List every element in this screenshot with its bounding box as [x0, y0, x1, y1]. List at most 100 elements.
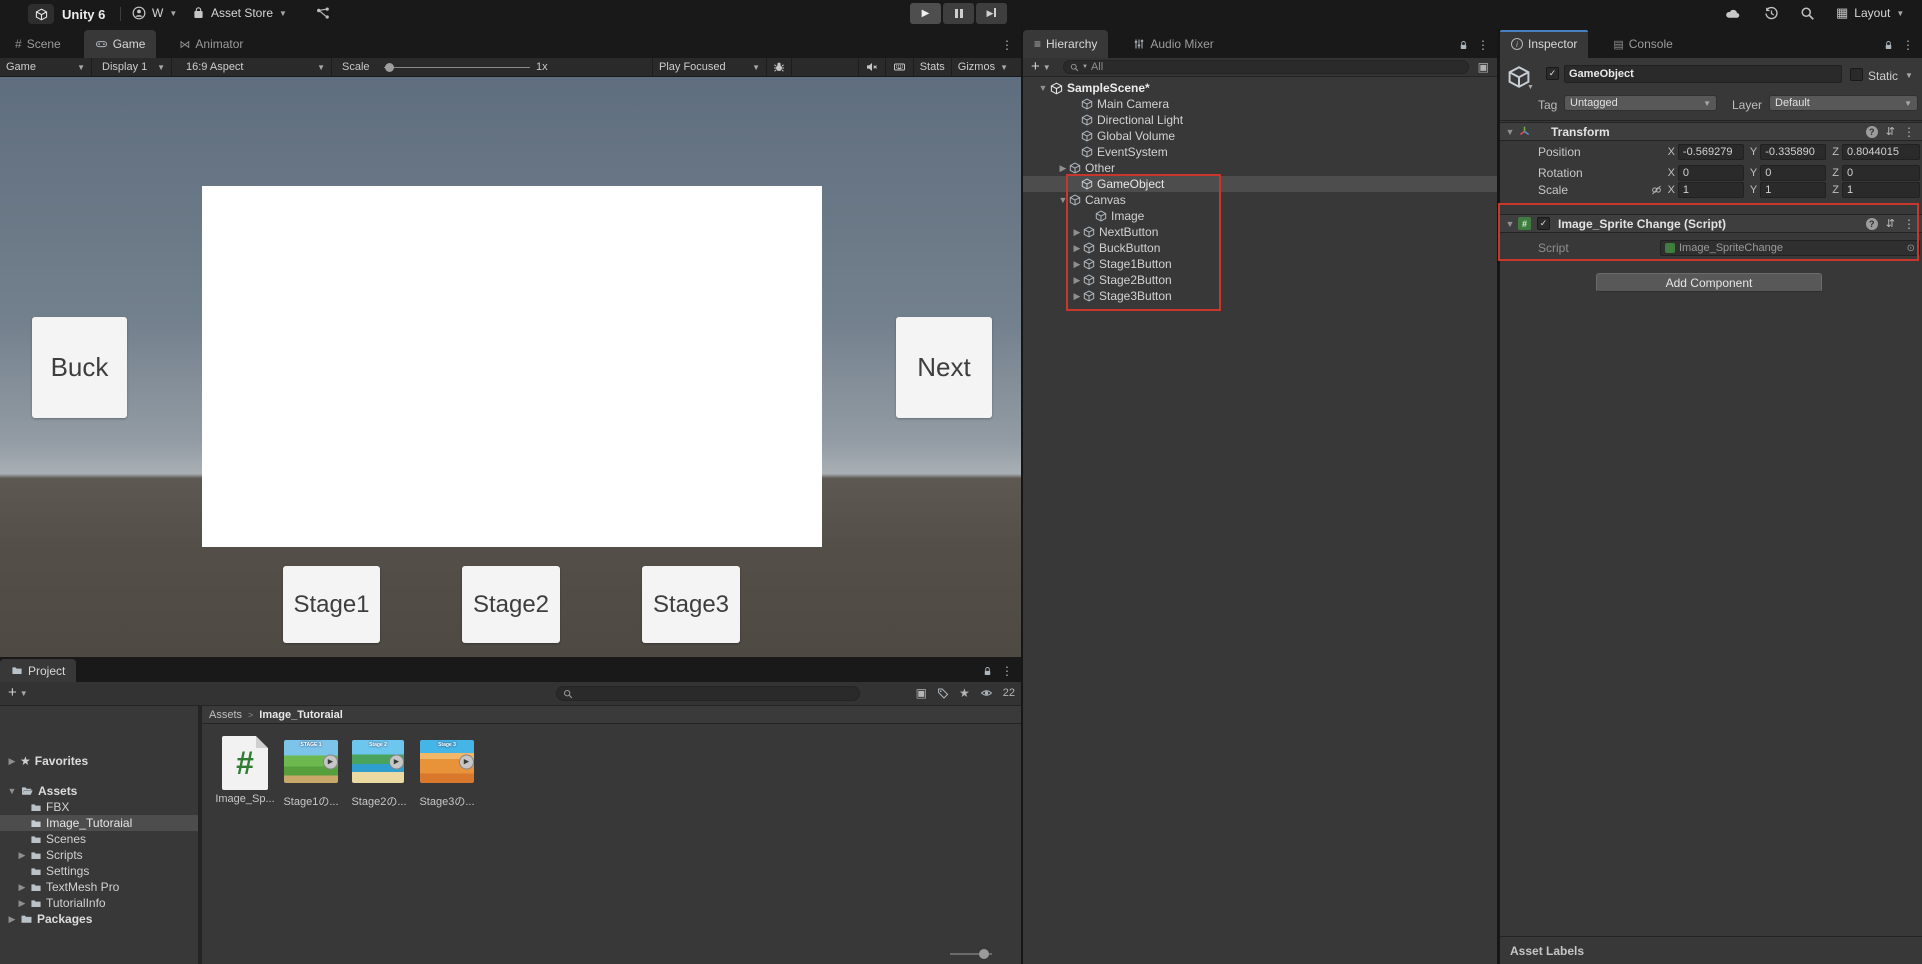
- gizmos-dropdown[interactable]: Gizmos▼: [952, 58, 1014, 76]
- create-object-button[interactable]: + ▼: [1031, 59, 1051, 75]
- expand-arrow-icon[interactable]: ▶: [16, 882, 28, 893]
- tab-audio-mixer[interactable]: Audio Mixer: [1122, 30, 1224, 58]
- expand-arrow-icon[interactable]: ▶: [6, 914, 18, 925]
- hierarchy-item[interactable]: ▶ Stage1Button: [1023, 256, 1497, 272]
- pause-button[interactable]: [943, 3, 974, 24]
- asset-item-stage2[interactable]: Stage 2 ▶: [352, 740, 404, 783]
- tab-game[interactable]: Game: [84, 30, 157, 58]
- stage3-button[interactable]: Stage3: [642, 566, 740, 643]
- tab-animator[interactable]: ⋈ Animator: [168, 30, 254, 58]
- expand-arrow-icon[interactable]: ▶: [1071, 243, 1083, 254]
- scale-x-field[interactable]: 1: [1678, 182, 1744, 198]
- asset-store-menu[interactable]: Asset Store ▼: [192, 6, 287, 20]
- search-by-label-icon[interactable]: [937, 687, 949, 699]
- help-icon[interactable]: ?: [1866, 218, 1878, 230]
- scale-z-field[interactable]: 1: [1842, 182, 1920, 198]
- version-control-branch-icon[interactable]: [316, 7, 330, 21]
- scale-slider[interactable]: [384, 67, 530, 68]
- component-menu-icon[interactable]: ⋮: [1903, 217, 1915, 231]
- stage2-button[interactable]: Stage2: [462, 566, 560, 643]
- lock-icon[interactable]: [982, 665, 993, 677]
- tree-item-favorites[interactable]: ▶ ★ Favorites: [0, 753, 198, 769]
- account-menu[interactable]: W ▼: [132, 6, 177, 20]
- tab-hierarchy[interactable]: ≡ Hierarchy: [1023, 30, 1108, 58]
- presets-icon[interactable]: ⇵: [1886, 217, 1895, 230]
- script-object-field[interactable]: Image_SpriteChange ⊙: [1660, 240, 1920, 256]
- hierarchy-search-input[interactable]: ▼ All: [1063, 60, 1469, 74]
- static-chevron-icon[interactable]: ▼: [1905, 71, 1913, 80]
- tag-dropdown[interactable]: Untagged▼: [1564, 95, 1717, 111]
- stats-button[interactable]: Stats: [914, 58, 952, 76]
- icon-picker-chevron[interactable]: ▼: [1527, 84, 1534, 91]
- expand-arrow-icon[interactable]: ▶: [16, 898, 28, 909]
- tree-item-packages[interactable]: ▶ Packages: [0, 911, 198, 927]
- tab-project[interactable]: Project: [0, 659, 76, 682]
- mute-audio-button[interactable]: [858, 58, 886, 76]
- scene-picker-icon[interactable]: ▣: [1478, 60, 1489, 74]
- collapse-arrow-icon[interactable]: ▼: [1504, 127, 1516, 137]
- constrain-proportions-icon[interactable]: [1650, 184, 1663, 196]
- hierarchy-item[interactable]: EventSystem: [1023, 144, 1497, 160]
- expand-arrow-icon[interactable]: ▶: [16, 850, 28, 861]
- tree-item-folder[interactable]: Scenes: [0, 831, 198, 847]
- object-name-field[interactable]: GameObject: [1564, 65, 1842, 83]
- collapse-arrow-icon[interactable]: ▼: [6, 786, 18, 796]
- asset-item-script[interactable]: #: [222, 736, 268, 790]
- hierarchy-item[interactable]: Main Camera: [1023, 96, 1497, 112]
- expand-arrow-icon[interactable]: ▶: [6, 756, 18, 767]
- tree-item-folder[interactable]: ▶ TutorialInfo: [0, 895, 198, 911]
- input-debugger-button[interactable]: [886, 58, 914, 76]
- position-y-field[interactable]: -0.335890: [1760, 144, 1826, 160]
- expand-arrow-icon[interactable]: ▶: [1071, 291, 1083, 302]
- collapse-arrow-icon[interactable]: ▼: [1504, 219, 1516, 229]
- search-filter-chevron-icon[interactable]: ▼: [1082, 64, 1088, 70]
- breadcrumb-current[interactable]: Image_Tutoraial: [259, 709, 343, 721]
- tree-item-folder[interactable]: ▶ TextMesh Pro: [0, 879, 198, 895]
- transform-header[interactable]: ▼ Transform ? ⇵ ⋮: [1500, 122, 1922, 141]
- search-by-type-icon[interactable]: ▣: [916, 686, 927, 700]
- panel-menu-icon[interactable]: ⋮: [1001, 38, 1013, 52]
- expand-arrow-icon[interactable]: ▶: [1057, 163, 1069, 174]
- tree-item-folder-selected[interactable]: Image_Tutoraial: [0, 815, 198, 831]
- history-icon[interactable]: [1764, 6, 1779, 21]
- play-mode-dropdown[interactable]: Play Focused▼: [652, 58, 766, 76]
- layout-menu[interactable]: ▦ Layout ▼: [1836, 6, 1904, 20]
- cloud-icon[interactable]: [1724, 6, 1741, 21]
- hidden-items-eye-icon[interactable]: [980, 687, 993, 699]
- tree-item-folder[interactable]: ▶ Scripts: [0, 847, 198, 863]
- hierarchy-item[interactable]: Image: [1023, 208, 1497, 224]
- breadcrumb-root[interactable]: Assets: [209, 709, 242, 721]
- hierarchy-item[interactable]: ▶ BuckButton: [1023, 240, 1497, 256]
- rotation-z-field[interactable]: 0: [1842, 165, 1920, 181]
- asset-zoom-slider[interactable]: [950, 953, 992, 955]
- position-z-field[interactable]: 0.8044015: [1842, 144, 1920, 160]
- display-target-dropdown[interactable]: Game▼: [0, 58, 92, 76]
- play-button[interactable]: ▶: [910, 3, 941, 24]
- expand-arrow-icon[interactable]: ▶: [1071, 259, 1083, 270]
- hierarchy-item[interactable]: Directional Light: [1023, 112, 1497, 128]
- hierarchy-item[interactable]: ▶ Other: [1023, 160, 1497, 176]
- rotation-y-field[interactable]: 0: [1760, 165, 1826, 181]
- collapse-arrow-icon[interactable]: ▼: [1037, 83, 1049, 93]
- hierarchy-item[interactable]: ▶ NextButton: [1023, 224, 1497, 240]
- stage1-button[interactable]: Stage1: [283, 566, 380, 643]
- active-checkbox[interactable]: ✓: [1546, 67, 1559, 80]
- aspect-ratio-dropdown[interactable]: 16:9 Aspect▼: [180, 58, 332, 76]
- add-component-button[interactable]: Add Component: [1596, 273, 1822, 292]
- hierarchy-item[interactable]: ▶ Stage2Button: [1023, 272, 1497, 288]
- sprite-expand-icon[interactable]: ▶: [323, 754, 338, 769]
- object-picker-icon[interactable]: ⊙: [1907, 243, 1915, 254]
- component-menu-icon[interactable]: ⋮: [1903, 125, 1915, 139]
- scale-slider-handle[interactable]: [385, 63, 394, 72]
- panel-menu-icon[interactable]: ⋮: [1902, 38, 1914, 52]
- asset-item-stage3[interactable]: Stage 3 ▶: [420, 740, 474, 783]
- expand-arrow-icon[interactable]: ▶: [1071, 227, 1083, 238]
- static-checkbox[interactable]: [1850, 68, 1863, 81]
- presets-icon[interactable]: ⇵: [1886, 125, 1895, 138]
- panel-menu-icon[interactable]: ⋮: [1477, 38, 1489, 52]
- asset-zoom-slider-handle[interactable]: [979, 949, 989, 959]
- tree-item-assets[interactable]: ▼ Assets: [0, 783, 198, 799]
- create-asset-button[interactable]: + ▼: [8, 685, 28, 701]
- lock-icon[interactable]: [1883, 39, 1894, 51]
- scale-y-field[interactable]: 1: [1760, 182, 1826, 198]
